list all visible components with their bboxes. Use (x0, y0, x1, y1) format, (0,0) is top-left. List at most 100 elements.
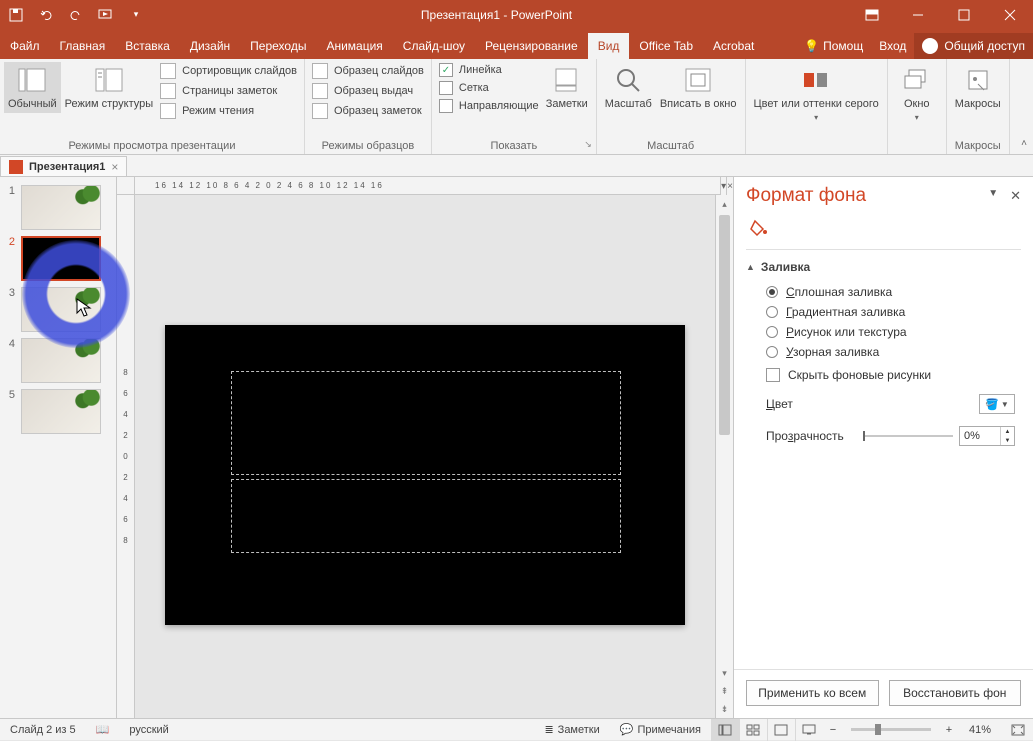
document-tab[interactable]: Презентация1 × (0, 156, 127, 176)
vertical-ruler[interactable]: 8 6 4 2 0 2 4 6 8 (117, 195, 135, 718)
show-dialog-launcher[interactable]: ↘ (584, 139, 592, 150)
tab-insert[interactable]: Вставка (115, 33, 180, 59)
fill-color-picker[interactable]: 🪣 ▼ (979, 394, 1015, 414)
tab-animations[interactable]: Анимация (316, 33, 392, 59)
apply-to-all-button[interactable]: Применить ко всем (746, 680, 879, 706)
ruler-checkbox[interactable]: ✓Линейка (436, 62, 542, 78)
window-button[interactable]: Окно ▾ (892, 62, 942, 124)
minimize-button[interactable] (895, 0, 941, 29)
transparency-input[interactable]: 0% ▲▼ (959, 426, 1015, 446)
slide-thumbnail-3[interactable] (21, 287, 101, 332)
tab-acrobat[interactable]: Acrobat (703, 33, 764, 59)
title-placeholder[interactable] (231, 371, 621, 475)
slide-master-button[interactable]: Образец слайдов (309, 62, 427, 80)
picture-fill-radio[interactable]: Рисунок или текстура (766, 322, 1015, 342)
tab-design[interactable]: Дизайн (180, 33, 240, 59)
hide-bg-graphics-checkbox[interactable]: Скрыть фоновые рисунки (766, 362, 1015, 388)
transparency-label: Прозрачность (766, 429, 857, 443)
maximize-button[interactable] (941, 0, 987, 29)
zoom-button[interactable]: Масштаб (601, 62, 656, 113)
group-macros-label: Макросы (947, 138, 1009, 154)
outline-view-button[interactable]: Режим структуры (61, 62, 158, 113)
undo-icon[interactable] (38, 7, 54, 23)
canvas[interactable] (135, 195, 715, 718)
tell-me[interactable]: 💡 Помощ (796, 39, 871, 53)
zoom-out-button[interactable]: − (825, 724, 841, 736)
reset-background-button[interactable]: Восстановить фон (889, 680, 1022, 706)
share-button[interactable]: Общий доступ (914, 33, 1033, 59)
next-slide-icon[interactable]: ⇟ (716, 700, 733, 718)
tab-home[interactable]: Главная (50, 33, 116, 59)
close-pane-button[interactable]: ✕ (1010, 188, 1021, 204)
tab-review[interactable]: Рецензирование (475, 33, 588, 59)
tab-slideshow[interactable]: Слайд-шоу (393, 33, 475, 59)
notes-master-button[interactable]: Образец заметок (309, 102, 427, 120)
pane-options-icon[interactable]: ▼ (988, 188, 998, 204)
pattern-fill-radio[interactable]: Узорная заливка (766, 342, 1015, 362)
tab-transitions[interactable]: Переходы (240, 33, 316, 59)
format-background-pane: Формат фона ▼ ✕ ▲ Заливка Сплошная залив… (733, 177, 1033, 718)
slide[interactable] (165, 325, 685, 625)
save-icon[interactable] (8, 7, 24, 23)
start-slideshow-icon[interactable] (98, 7, 114, 23)
slide-thumbnail-5[interactable] (21, 389, 101, 434)
ribbon-display-options[interactable] (849, 0, 895, 29)
guides-checkbox[interactable]: Направляющие (436, 98, 542, 114)
spin-up-icon[interactable]: ▲ (1001, 427, 1014, 436)
notes-toggle[interactable]: ≣ Заметки (534, 723, 609, 736)
prev-slide-icon[interactable]: ⇞ (716, 682, 733, 700)
fit-to-window-icon[interactable] (1001, 724, 1033, 736)
window-controls (849, 0, 1033, 29)
fill-category-icon[interactable] (746, 215, 772, 241)
spell-check-icon[interactable]: 📖 (86, 723, 120, 736)
horizontal-ruler[interactable]: 16 14 12 10 8 6 4 2 0 2 4 6 8 10 12 14 1… (135, 177, 720, 195)
reading-view-button[interactable]: Режим чтения (157, 102, 300, 120)
sign-in[interactable]: Вход (871, 39, 914, 53)
gridlines-checkbox[interactable]: Сетка (436, 80, 542, 96)
transparency-slider[interactable] (863, 435, 954, 437)
notes-toggle-button[interactable]: Заметки (542, 62, 592, 113)
status-bar: Слайд 2 из 5 📖 русский ≣ Заметки 💬 Приме… (0, 718, 1033, 740)
tab-file[interactable]: Файл (0, 33, 50, 59)
slideshow-view-icon[interactable] (795, 719, 823, 741)
comments-toggle[interactable]: 💬 Примечания (610, 723, 711, 736)
slide-counter[interactable]: Слайд 2 из 5 (0, 724, 86, 736)
close-pane-icon[interactable]: × (726, 177, 733, 195)
radio-icon (766, 306, 778, 318)
close-button[interactable] (987, 0, 1033, 29)
redo-icon[interactable] (68, 7, 84, 23)
collapse-ribbon-icon[interactable]: ˄ (1021, 138, 1027, 149)
tab-view[interactable]: Вид (588, 33, 630, 59)
vertical-scrollbar[interactable]: ▴ ▾ ⇞ ⇟ (715, 195, 733, 718)
slide-thumbnail-1[interactable] (21, 185, 101, 230)
language-indicator[interactable]: русский (119, 724, 178, 736)
slide-thumbnail-2[interactable] (21, 236, 101, 281)
handout-master-button[interactable]: Образец выдач (309, 82, 427, 100)
scroll-up-icon[interactable]: ▴ (716, 195, 733, 213)
scroll-thumb[interactable] (719, 215, 730, 435)
zoom-slider[interactable] (851, 728, 931, 731)
qat-customize-icon[interactable]: ▾ (128, 7, 144, 23)
close-tab-icon[interactable]: × (111, 160, 118, 174)
slide-sorter-button[interactable]: Сортировщик слайдов (157, 62, 300, 80)
fill-section-header[interactable]: ▲ Заливка (734, 250, 1033, 280)
solid-fill-radio[interactable]: Сплошная заливка (766, 282, 1015, 302)
tab-officetab[interactable]: Office Tab (629, 33, 703, 59)
subtitle-placeholder[interactable] (231, 479, 621, 553)
zoom-level[interactable]: 41% (959, 724, 1001, 736)
outline-view-label: Режим структуры (65, 98, 154, 111)
slide-sorter-view-icon[interactable] (739, 719, 767, 741)
reading-view-icon[interactable] (767, 719, 795, 741)
slide-thumbnail-4[interactable] (21, 338, 101, 383)
fit-to-window-button[interactable]: Вписать в окно (656, 62, 741, 113)
spin-down-icon[interactable]: ▼ (1001, 436, 1014, 445)
normal-view-button[interactable]: Обычный (4, 62, 61, 113)
normal-view-icon (16, 64, 48, 96)
notes-page-button[interactable]: Страницы заметок (157, 82, 300, 100)
scroll-down-icon[interactable]: ▾ (716, 664, 733, 682)
normal-view-icon[interactable] (711, 719, 739, 741)
color-grayscale-button[interactable]: Цвет или оттенки серого ▾ (750, 62, 883, 124)
gradient-fill-radio[interactable]: Градиентная заливка (766, 302, 1015, 322)
macros-button[interactable]: Макросы (951, 62, 1005, 113)
zoom-in-button[interactable]: + (941, 724, 957, 736)
